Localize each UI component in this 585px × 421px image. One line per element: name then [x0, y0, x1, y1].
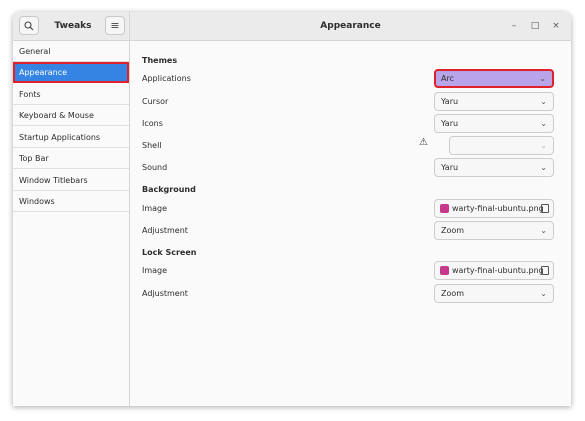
- document-open-icon: [541, 204, 549, 213]
- appearance-panel: Themes Applications Arc ⌄ Cursor Yaru ⌄ …: [130, 41, 571, 406]
- cursor-theme-combo[interactable]: Yaru ⌄: [434, 92, 554, 111]
- cursor-theme-value: Yaru: [441, 97, 459, 106]
- sidebar-item-windows[interactable]: Windows: [13, 191, 129, 212]
- background-image-label: Image: [142, 204, 168, 213]
- image-file-icon: [440, 204, 449, 213]
- sidebar-item-fonts[interactable]: Fonts: [13, 84, 129, 105]
- background-heading: Background: [142, 185, 196, 194]
- background-image-chooser[interactable]: warty-final-ubuntu.png: [434, 199, 554, 218]
- close-button[interactable]: ×: [548, 18, 564, 34]
- lock-screen-image-filename: warty-final-ubuntu.png: [452, 266, 544, 275]
- chevron-down-icon: ⌄: [540, 97, 547, 106]
- background-adjustment-label: Adjustment: [142, 226, 188, 235]
- sidebar-item-startup-applications[interactable]: Startup Applications: [13, 127, 129, 148]
- shell-label: Shell: [142, 141, 162, 150]
- lock-screen-image-chooser[interactable]: warty-final-ubuntu.png: [434, 261, 554, 280]
- chevron-down-icon: ⌄: [540, 226, 547, 235]
- sidebar-header: Tweaks ≡: [13, 12, 130, 41]
- sound-label: Sound: [142, 163, 168, 172]
- sidebar-item-general[interactable]: General: [13, 41, 129, 62]
- sound-theme-value: Yaru: [441, 163, 459, 172]
- chevron-down-icon: ⌄: [540, 163, 547, 172]
- sidebar-item-keyboard-mouse[interactable]: Keyboard & Mouse: [13, 105, 129, 126]
- chevron-down-icon: ⌄: [539, 74, 546, 83]
- sound-theme-combo[interactable]: Yaru ⌄: [434, 158, 554, 177]
- content-header: Appearance – □ ×: [130, 12, 571, 41]
- search-icon: [24, 20, 34, 30]
- page-title: Appearance: [320, 21, 381, 31]
- themes-heading: Themes: [142, 56, 178, 65]
- tweaks-window: Tweaks ≡ Appearance – □ × General Appear…: [13, 12, 571, 406]
- menu-button[interactable]: ≡: [105, 16, 125, 35]
- lock-screen-adjustment-label: Adjustment: [142, 289, 188, 298]
- hamburger-menu-icon: ≡: [110, 19, 120, 32]
- sidebar-item-top-bar[interactable]: Top Bar: [13, 148, 129, 169]
- icons-theme-combo[interactable]: Yaru ⌄: [434, 114, 554, 133]
- search-button[interactable]: [19, 16, 39, 35]
- lock-screen-adjustment-value: Zoom: [441, 289, 465, 298]
- chevron-down-icon: ⌄: [540, 141, 547, 150]
- lock-screen-image-label: Image: [142, 266, 168, 275]
- icons-theme-value: Yaru: [441, 119, 459, 128]
- image-file-icon: [440, 266, 449, 275]
- background-image-filename: warty-final-ubuntu.png: [452, 204, 544, 213]
- icons-label: Icons: [142, 119, 163, 128]
- applications-label: Applications: [142, 74, 191, 83]
- lock-screen-adjustment-combo[interactable]: Zoom ⌄: [434, 284, 554, 303]
- background-adjustment-combo[interactable]: Zoom ⌄: [434, 221, 554, 240]
- shell-theme-combo[interactable]: ⌄: [449, 136, 554, 155]
- lock-screen-heading: Lock Screen: [142, 248, 197, 257]
- chevron-down-icon: ⌄: [540, 289, 547, 298]
- app-title: Tweaks: [54, 21, 92, 31]
- sidebar: General Appearance Fonts Keyboard & Mous…: [13, 41, 130, 406]
- applications-theme-combo[interactable]: Arc ⌄: [434, 69, 554, 88]
- chevron-down-icon: ⌄: [540, 119, 547, 128]
- sidebar-item-window-titlebars[interactable]: Window Titlebars: [13, 170, 129, 191]
- background-adjustment-value: Zoom: [441, 226, 465, 235]
- cursor-label: Cursor: [142, 97, 169, 106]
- minimize-button[interactable]: –: [506, 18, 522, 34]
- maximize-button[interactable]: □: [527, 18, 543, 34]
- applications-theme-value: Arc: [441, 74, 454, 83]
- sidebar-item-appearance[interactable]: Appearance: [13, 62, 129, 83]
- warning-icon: ⚠: [419, 137, 428, 148]
- document-open-icon: [541, 266, 549, 275]
